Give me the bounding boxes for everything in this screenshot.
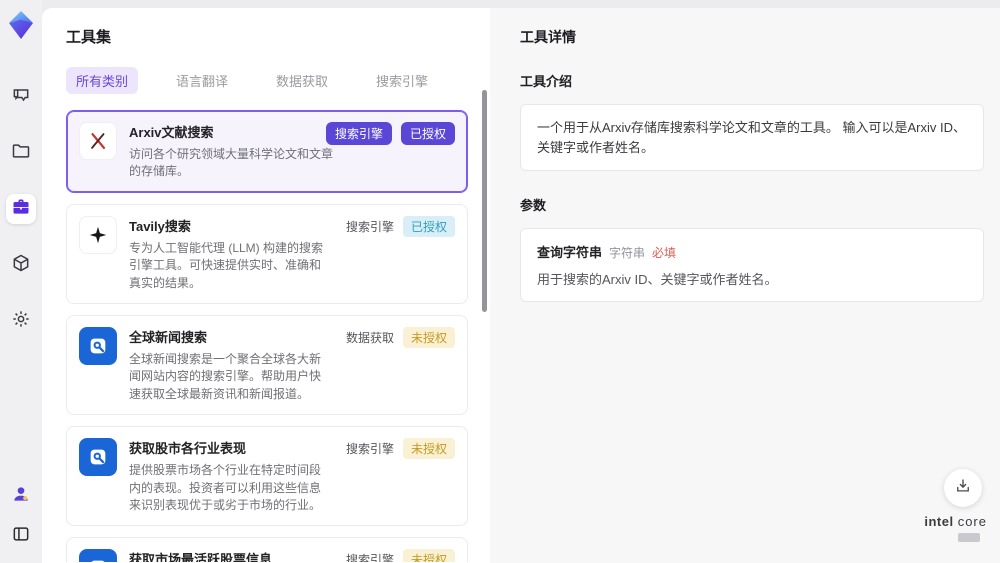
auth-status-badge: 已授权 (402, 215, 455, 237)
param-type: 字符串 (609, 246, 646, 260)
left-rail (0, 0, 42, 563)
core-wordmark: core (957, 514, 987, 529)
rail-nav (6, 82, 36, 336)
param-description: 用于搜索的Arxiv ID、关键字或作者姓名。 (537, 272, 778, 287)
avatar-icon (11, 484, 31, 509)
nav-toolbox[interactable] (6, 194, 36, 224)
tab-data-acquisition[interactable]: 数据获取 (266, 67, 338, 94)
tool-description: 专为人工智能代理 (LLM) 构建的搜索引擎工具。可快速提供实时、准确和真实的结… (129, 240, 324, 290)
category-tabs: 所有类别 语言翻译 数据获取 搜索引擎 (66, 67, 476, 94)
news-search-icon (79, 549, 117, 562)
tool-name: 获取市场最活跃股票信息 (129, 552, 273, 562)
cube-icon (11, 253, 31, 278)
tool-name: Tavily搜索 (129, 218, 191, 234)
briefcase-icon (11, 197, 31, 222)
nav-files[interactable] (6, 138, 36, 168)
tool-card-arxiv[interactable]: Arxiv文献搜索 访问各个研究领域大量科学论文和文章的存储库。 搜索引擎 已授… (66, 110, 468, 193)
tool-card-most-active-stocks[interactable]: 获取市场最活跃股票信息 提供当天交易量最高的股票列表。投资者可以利用这些信息来识… (66, 537, 468, 562)
category-badge: 搜索引擎 (325, 122, 392, 145)
param-required-flag: 必填 (652, 246, 677, 260)
auth-status-badge: 未授权 (402, 549, 455, 562)
nav-packages[interactable] (6, 250, 36, 280)
tool-name: 全球新闻搜索 (129, 329, 208, 345)
user-avatar[interactable] (6, 481, 36, 511)
tool-card-tavily[interactable]: Tavily搜索 专为人工智能代理 (LLM) 构建的搜索引擎工具。可快速提供实… (66, 203, 468, 304)
news-search-icon (79, 438, 117, 477)
collapse-sidebar-button[interactable] (6, 521, 36, 551)
app-logo-icon (7, 10, 35, 40)
tool-card-list: Arxiv文献搜索 访问各个研究领域大量科学论文和文章的存储库。 搜索引擎 已授… (66, 110, 476, 562)
arxiv-icon (79, 122, 117, 160)
chat-icon (11, 85, 31, 110)
intro-text: 一个用于从Arxiv存储库搜索科学论文和文章的工具。 输入可以是Arxiv ID… (537, 120, 967, 155)
list-scrollbar[interactable] (482, 90, 487, 312)
category-label: 数据获取 (345, 330, 394, 345)
params-heading: 参数 (520, 198, 547, 213)
sparkle-icon (79, 215, 117, 254)
tool-description: 访问各个研究领域大量科学论文和文章的存储库。 (129, 147, 334, 179)
intro-box: 一个用于从Arxiv存储库搜索科学论文和文章的工具。 输入可以是Arxiv ID… (520, 104, 984, 171)
nav-chat[interactable] (6, 82, 36, 112)
download-icon (954, 477, 972, 500)
gear-icon (11, 309, 31, 334)
nav-settings[interactable] (6, 306, 36, 336)
download-button[interactable] (944, 469, 982, 507)
tool-description: 全球新闻搜索是一个聚合全球各大新闻网站内容的搜索引擎。帮助用户快速获取全球最新资… (129, 351, 322, 401)
intro-heading: 工具介绍 (520, 74, 573, 89)
auth-status-badge: 未授权 (402, 438, 455, 460)
tab-search-engine[interactable]: 搜索引擎 (366, 67, 438, 94)
page-title: 工具集 (66, 29, 112, 46)
app-window: 工具集 所有类别 语言翻译 数据获取 搜索引擎 Arxiv文献搜索 访问各个研究… (0, 0, 1000, 563)
intel-wordmark: intel (924, 514, 954, 529)
detail-title: 工具详情 (520, 29, 576, 45)
news-search-icon (79, 326, 117, 365)
folder-icon (11, 141, 31, 166)
auth-status-badge: 未授权 (402, 326, 455, 348)
tool-card-sector-performance[interactable]: 获取股市各行业表现 提供股票市场各个行业在特定时间段内的表现。投资者可以利用这些… (66, 426, 468, 527)
category-label: 搜索引擎 (345, 219, 394, 234)
intel-core-logo: intel core (924, 514, 987, 547)
tool-name: Arxiv文献搜索 (129, 125, 214, 140)
tool-description: 提供股票市场各个行业在特定时间段内的表现。投资者可以利用这些信息来识别表现优于或… (129, 463, 322, 512)
auth-status-badge: 已授权 (400, 122, 455, 145)
tool-name: 获取股市各行业表现 (129, 441, 247, 457)
category-label: 搜索引擎 (345, 553, 394, 562)
panel-toggle-icon (11, 524, 31, 549)
tool-detail-panel: 工具详情 工具介绍 一个用于从Arxiv存储库搜索科学论文和文章的工具。 输入可… (490, 8, 1000, 563)
tab-language-translation[interactable]: 语言翻译 (166, 67, 238, 94)
tool-card-global-news[interactable]: 全球新闻搜索 全球新闻搜索是一个聚合全球各大新闻网站内容的搜索引擎。帮助用户快速… (66, 314, 468, 416)
category-label: 搜索引擎 (345, 442, 394, 457)
param-name: 查询字符串 (537, 245, 603, 260)
rail-bottom (6, 481, 36, 551)
tools-list-panel: 工具集 所有类别 语言翻译 数据获取 搜索引擎 Arxiv文献搜索 访问各个研究… (42, 8, 490, 563)
tab-all-categories[interactable]: 所有类别 (66, 67, 139, 94)
param-box: 查询字符串 字符串 必填 用于搜索的Arxiv ID、关键字或作者姓名。 (520, 228, 984, 302)
intel-chip-badge (957, 533, 980, 542)
